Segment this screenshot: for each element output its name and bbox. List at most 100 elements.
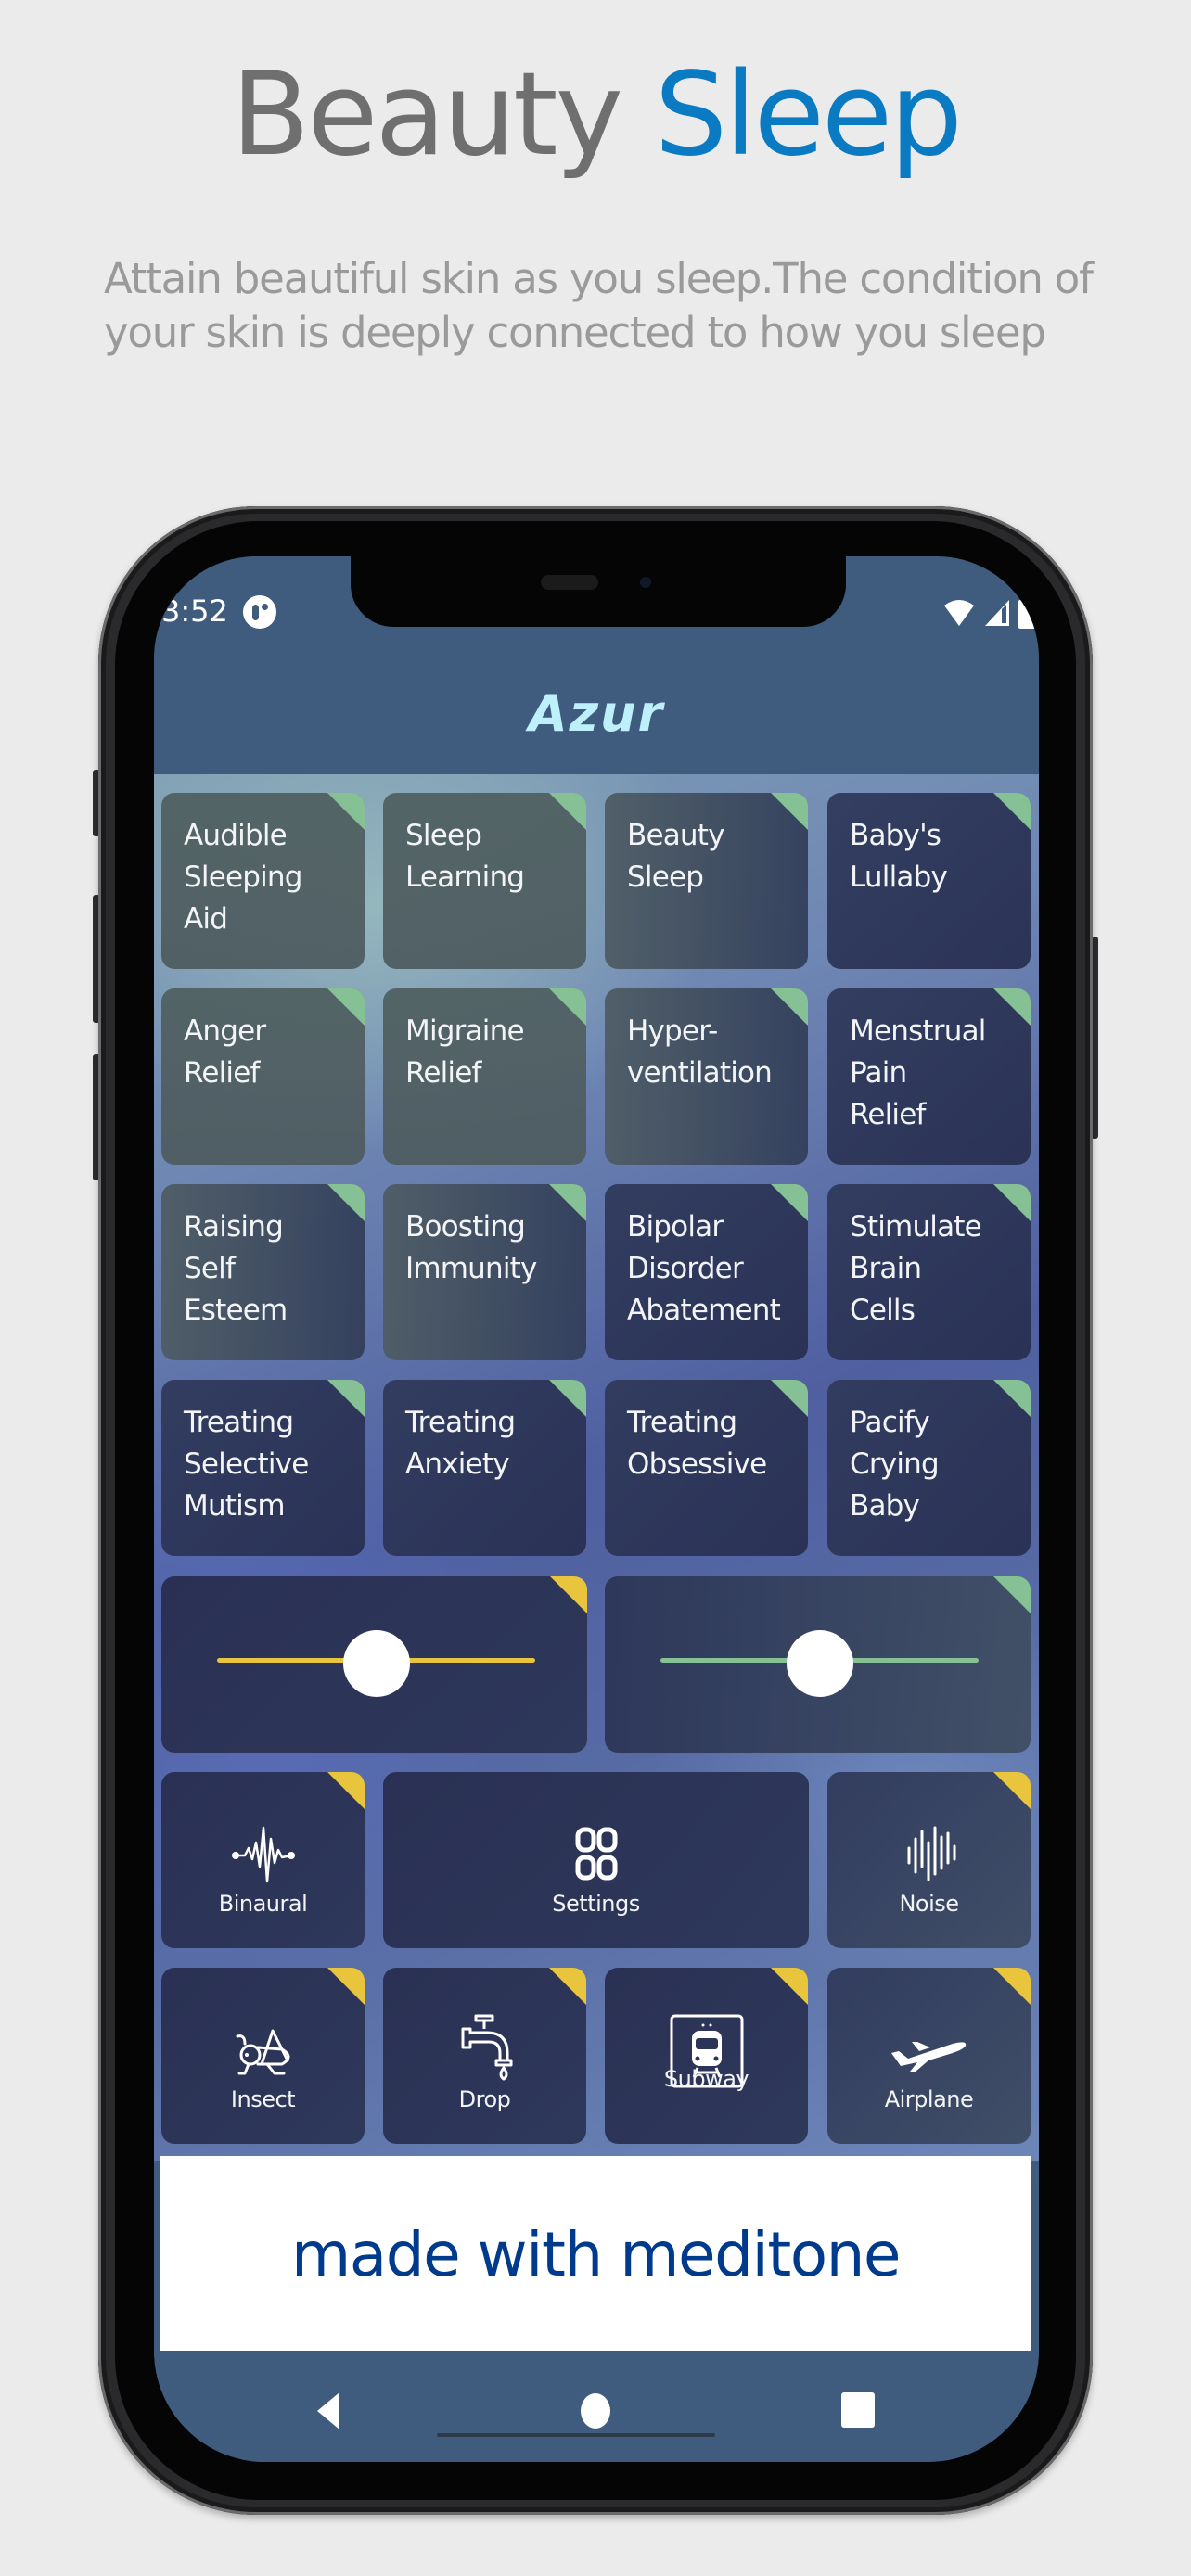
corner-tag	[327, 793, 365, 830]
program-label: Treating Selective Mutism	[184, 1406, 309, 1523]
corner-tag	[549, 1968, 586, 2005]
program-label: Audible Sleeping Aid	[184, 819, 302, 936]
hero-title-part2: Sleep	[654, 48, 962, 182]
sound-button-insect[interactable]: Insect	[161, 1968, 365, 2144]
corner-tag	[993, 1576, 1031, 1613]
corner-tag	[327, 1772, 365, 1809]
corner-tag	[993, 1772, 1031, 1809]
corner-tag	[993, 1968, 1031, 2005]
program-tile[interactable]: Pacify Crying Baby	[827, 1380, 1031, 1556]
system-navigation-bar	[154, 2355, 1039, 2462]
corner-tag	[549, 988, 586, 1026]
program-tile[interactable]: Beauty Sleep	[605, 793, 808, 969]
program-label: Baby's Lullaby	[850, 819, 948, 894]
sound-button-label: Subway	[663, 2066, 749, 2092]
corner-tag	[771, 1968, 808, 2005]
program-tile[interactable]: Audible Sleeping Aid	[161, 793, 365, 969]
program-tile[interactable]: Sleep Learning	[383, 793, 586, 969]
program-tile[interactable]: Treating Obsessive	[605, 1380, 808, 1556]
program-tile[interactable]: Baby's Lullaby	[827, 793, 1031, 969]
program-tile[interactable]: Hyper- ventilation	[605, 988, 808, 1165]
program-label: Anger Relief	[184, 1014, 266, 1090]
made-with-banner[interactable]: made with meditone	[160, 2156, 1031, 2351]
corner-tag	[327, 1968, 365, 2005]
program-tile[interactable]: Migraine Relief	[383, 988, 586, 1165]
battery-icon	[1018, 597, 1035, 629]
settings-button[interactable]: Settings	[383, 1772, 809, 1948]
program-tile[interactable]: Bipolar Disorder Abatement	[605, 1184, 808, 1360]
slider-card-ambient	[161, 1576, 587, 1753]
cellular-signal-icon	[985, 600, 1009, 626]
home-icon[interactable]	[580, 2392, 611, 2429]
sound-button-label: Drop	[458, 2086, 511, 2112]
program-label: Hyper- ventilation	[627, 1014, 773, 1090]
status-time: 3:52	[161, 593, 228, 629]
program-label: Treating Obsessive	[627, 1406, 767, 1481]
sound-button-airplane[interactable]: Airplane	[827, 1968, 1031, 2144]
corner-tag	[549, 793, 586, 830]
program-label: Beauty Sleep	[627, 819, 724, 894]
program-label: Menstrual Pain Relief	[850, 1014, 986, 1131]
phone-screen: 3:52 Azur Pacify Crying Baby Treating Obs…	[154, 556, 1039, 2462]
sound-button-subway[interactable]: Subway	[605, 1968, 808, 2144]
program-label: Pacify Crying Baby	[850, 1406, 940, 1523]
recents-icon[interactable]	[841, 2392, 875, 2428]
sound-button-noise[interactable]: Noise	[827, 1772, 1031, 1948]
program-tile[interactable]: Treating Selective Mutism	[161, 1380, 365, 1556]
hero-title: Beauty Sleep	[0, 57, 1191, 172]
airplane-icon	[890, 2042, 966, 2072]
corner-tag	[549, 1380, 586, 1417]
wifi-icon	[944, 600, 974, 626]
sound-button-label: Noise	[899, 1891, 959, 1917]
hero-subtitle: Attain beautiful skin as you sleep.The c…	[104, 254, 1094, 357]
status-bar: 3:52	[154, 590, 1039, 645]
corner-tag	[771, 988, 808, 1026]
program-label: Raising Self Esteem	[184, 1210, 288, 1327]
home-indicator	[437, 2433, 715, 2437]
app-bar: Azur	[154, 645, 1039, 774]
settings-label: Settings	[552, 1891, 640, 1917]
program-tile[interactable]: Treating Anxiety	[383, 1380, 586, 1556]
corner-tag	[549, 1184, 586, 1221]
corner-tag	[327, 1380, 365, 1417]
program-tile[interactable]: Anger Relief	[161, 988, 365, 1165]
sound-button-label: Airplane	[884, 2086, 974, 2112]
corner-tag	[771, 793, 808, 830]
corner-tag	[993, 988, 1031, 1026]
noise-sound-wave-icon	[907, 1826, 955, 1881]
program-tile[interactable]: Raising Self Esteem	[161, 1184, 365, 1360]
corner-tag	[993, 1380, 1031, 1417]
slider-thumb[interactable]	[786, 1630, 853, 1697]
program-label: Sleep Learning	[405, 819, 525, 894]
program-label: Treating Anxiety	[405, 1406, 516, 1481]
program-label: Boosting Immunity	[405, 1210, 537, 1285]
program-label: Migraine Relief	[405, 1014, 525, 1090]
program-label: Stimulate Brain Cells	[850, 1210, 982, 1327]
binaural-wave-icon	[231, 1826, 295, 1883]
grid-settings-icon	[575, 1827, 617, 1881]
program-label: Bipolar Disorder Abatement	[627, 1210, 781, 1327]
corner-tag	[327, 1184, 365, 1221]
sound-button-label: Insect	[230, 2086, 296, 2112]
app-title: Azur	[528, 684, 665, 743]
program-tile[interactable]: Stimulate Brain Cells	[827, 1184, 1031, 1360]
program-tile[interactable]: Menstrual Pain Relief	[827, 988, 1031, 1165]
slider-card-program	[605, 1576, 1031, 1753]
slider-thumb[interactable]	[342, 1630, 410, 1697]
banner-text: made with meditone	[290, 2219, 902, 2290]
corner-tag	[771, 1380, 808, 1417]
back-icon[interactable]	[315, 2392, 343, 2429]
corner-tag	[993, 793, 1031, 830]
cricket-insect-icon	[236, 2029, 289, 2075]
corner-tag	[327, 988, 365, 1026]
app-notification-icon	[243, 595, 276, 629]
status-icons	[942, 597, 1035, 629]
program-tile[interactable]: Boosting Immunity	[383, 1184, 586, 1360]
hero-title-part1: Beauty	[231, 48, 623, 182]
content-area: Pacify Crying Baby Treating Obsessive Trea…	[154, 774, 1039, 2161]
faucet-drop-icon	[461, 2014, 512, 2081]
sound-button-drop[interactable]: Drop	[383, 1968, 586, 2144]
corner-tag	[550, 1576, 587, 1613]
corner-tag	[993, 1184, 1031, 1221]
sound-button-binaural[interactable]: Binaural	[161, 1772, 365, 1948]
